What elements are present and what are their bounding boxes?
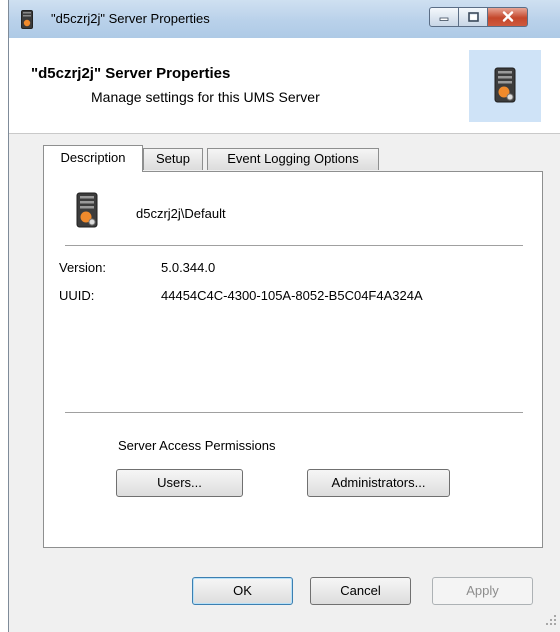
window-title: "d5czrj2j" Server Properties [51, 11, 210, 26]
server-icon [76, 192, 98, 231]
header-icon-box [469, 50, 541, 122]
dialog-window: "d5czrj2j" Server Properties "d5czrj2j" … [8, 0, 560, 632]
cancel-button[interactable]: Cancel [310, 577, 411, 605]
divider [65, 412, 523, 413]
title-bar[interactable]: "d5czrj2j" Server Properties [9, 0, 560, 38]
caption-buttons [429, 7, 528, 27]
tab-event-logging-options[interactable]: Event Logging Options [207, 148, 379, 170]
uuid-label: UUID: [59, 288, 95, 303]
uuid-value: 44454C4C-4300-105A-8052-B5C04F4A324A [161, 288, 423, 303]
server-access-permissions-label: Server Access Permissions [118, 438, 276, 453]
server-icon [494, 67, 516, 106]
description-tab-panel: d5czrj2j\Default Version: 5.0.344.0 UUID… [43, 171, 543, 548]
version-value: 5.0.344.0 [161, 260, 216, 275]
tab-setup[interactable]: Setup [143, 148, 203, 170]
administrators-button[interactable]: Administrators... [307, 469, 450, 497]
close-icon [502, 10, 514, 25]
header-subtitle: Manage settings for this UMS Server [91, 89, 320, 105]
close-button[interactable] [488, 7, 528, 27]
ok-button[interactable]: OK [192, 577, 293, 605]
users-button[interactable]: Users... [116, 469, 243, 497]
apply-button[interactable]: Apply [432, 577, 533, 605]
maximize-button[interactable] [459, 7, 488, 27]
version-label: Version: [59, 260, 106, 275]
server-name: d5czrj2j\Default [136, 206, 226, 221]
header-panel: "d5czrj2j" Server Properties Manage sett… [9, 38, 560, 134]
maximize-icon [467, 10, 479, 25]
minimize-button[interactable] [429, 7, 459, 27]
tab-description[interactable]: Description [43, 145, 143, 172]
server-app-icon [21, 10, 33, 32]
minimize-icon [439, 10, 449, 25]
header-title: "d5czrj2j" Server Properties [31, 65, 231, 82]
divider [65, 245, 523, 246]
resize-grip-icon[interactable] [545, 614, 557, 629]
